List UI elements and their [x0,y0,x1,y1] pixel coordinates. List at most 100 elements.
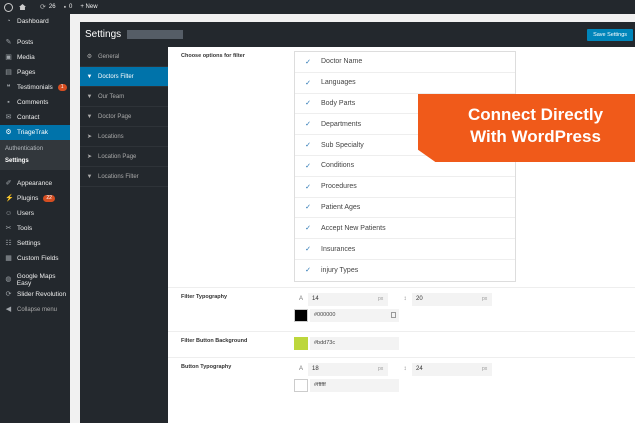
color-swatch[interactable] [294,336,308,350]
promo-banner: Connect Directly With WordPress [418,94,635,162]
refresh-icon: ⟳ [5,291,12,298]
comments-counter[interactable]: ⟳ 26 [40,3,56,11]
plugin-nav-item-location-page[interactable]: ➤ Location Page [80,147,168,167]
admin-menu-label: Testimonials [17,84,53,91]
plugin-header: Settings Save Settings [80,22,635,47]
line-height-icon: ↕ [403,366,407,373]
wordpress-logo-icon[interactable] [4,2,13,12]
triagetrak-submenu: Authentication Settings [0,140,70,170]
filter-option-label: Conditions [321,162,355,170]
admin-menu-item-slider-revolution[interactable]: ⟳ Slider Revolution [0,287,70,302]
filter-options-list: ✓ Doctor Name ✓ Languages ✓ Body Parts ✓ Depart… [294,51,516,282]
line-height-field[interactable]: ↕ 20 px [398,292,492,306]
filter-option[interactable]: ✓ Doctor Name [295,52,515,73]
plugin-nav-item-locations[interactable]: ➤ Locations [80,127,168,147]
mail-icon: ✉ [5,114,12,121]
admin-menu-item-custom-fields[interactable]: ▦ Custom Fields [0,251,70,266]
filter-option[interactable]: ✓ Accept New Patients [295,218,515,240]
button-typography-row: Button Typography A 18 px ↕ 24 px #fffff… [168,358,635,402]
checkmark-icon: ✓ [305,267,311,275]
globe-icon: ◍ [5,276,12,283]
button-typography-label: Button Typography [181,363,232,370]
page-title: Settings [85,29,122,40]
admin-menu-item-plugins[interactable]: ⚡ Plugins 22 [0,191,70,206]
pending-count: 0 [69,4,73,10]
filter-option-label: Procedures [321,183,357,191]
filter-option-label: Sub Specialty [321,141,364,149]
filter-icon: ▼ [86,73,93,80]
line-height-unit: px [482,362,492,376]
gear-icon: ⚙ [5,129,12,136]
font-size-icon: A [298,296,303,303]
admin-menu-label: Posts [17,39,34,46]
new-content-link[interactable]: + New [80,4,97,10]
admin-menu-item-tools[interactable]: ✂ Tools [0,221,70,236]
admin-menu-item-triagetrak[interactable]: ⚙ TriageTrak [0,125,70,140]
plugin-nav-item-doctors-filter[interactable]: ▼ Doctors Filter [80,67,168,87]
plugin-nav-label: Doctor Page [98,113,132,120]
admin-menu-item-testimonials[interactable]: ❝ Testimonials 1 [0,80,70,95]
admin-menu-label: Dashboard [17,18,49,25]
settings-icon: ☷ [5,240,12,247]
admin-menu-item-comments[interactable]: ▪ Comments [0,95,70,110]
admin-menu-item-users[interactable]: ☺ Users [0,206,70,221]
collapse-menu-button[interactable]: ◀ Collapse menu [0,302,70,317]
submenu-item-authentication[interactable]: Authentication [0,143,70,155]
color-swatch[interactable] [294,378,308,392]
admin-menu-item-google-maps-easy[interactable]: ◍ Google Maps Easy [0,272,70,287]
plugin-nav-label: Our Team [98,93,125,100]
count-badge: 22 [43,195,55,202]
admin-menu-label: Settings [17,240,41,247]
color-swatch[interactable] [294,308,308,322]
plugin-nav-item-our-team[interactable]: ▼ Our Team [80,87,168,107]
admin-menu-item-settings[interactable]: ☷ Settings [0,236,70,251]
color-field[interactable]: #ffffff [310,378,399,392]
filter-option[interactable]: ✓ Patient Ages [295,198,515,219]
filter-option-label: injury Types [321,266,359,274]
admin-menu-label: Contact [17,114,40,121]
brush-icon: ✐ [5,180,12,187]
admin-menu-item-posts[interactable]: ✎ Posts [0,35,70,50]
line-height-value: 20 [412,292,482,306]
admin-menu-item-pages[interactable]: ▤ Pages [0,65,70,80]
search-input[interactable] [127,30,183,39]
line-height-unit: px [482,292,492,306]
home-icon[interactable] [19,4,26,10]
checkmark-icon: ✓ [305,79,311,87]
admin-menu-item-appearance[interactable]: ✐ Appearance [0,176,70,191]
color-field[interactable]: #000000 [310,308,399,322]
font-size-field[interactable]: A 14 px [294,292,388,306]
admin-menu-item-media[interactable]: ▣ Media [0,50,70,65]
refresh-icon: ⟳ [40,4,46,11]
filter-option-label: Languages [321,79,356,87]
filter-option[interactable]: ✓ Insurances [295,239,515,260]
comment-icon: ▪ [63,3,67,11]
plugin-nav-item-locations-filter[interactable]: ▼ Locations Filter [80,167,168,187]
admin-bar: ⟳ 26 ▪ 0 + New [0,0,635,14]
admin-menu-item-contact[interactable]: ✉ Contact [0,110,70,125]
save-settings-button[interactable]: Save Settings [587,28,633,41]
pending-counter[interactable]: ▪ 0 [64,4,73,11]
filter-option[interactable]: ✓ Procedures [295,177,515,198]
plugin-nav-item-doctor-page[interactable]: ▼ Doctor Page [80,107,168,127]
plug-icon: ⚡ [5,195,14,202]
plugin-nav-label: Locations Filter [98,173,139,180]
filter-option[interactable]: ✓ injury Types [295,260,515,281]
font-size-value: 18 [308,362,378,376]
clear-color-icon[interactable] [391,312,396,319]
collapse-icon: ◀ [5,306,12,313]
admin-menu-label: Media [17,54,35,61]
line-height-field[interactable]: ↕ 24 px [398,362,492,376]
checkmark-icon: ✓ [305,183,311,191]
collapse-label: Collapse menu [17,306,58,313]
submenu-item-settings[interactable]: Settings [0,155,70,167]
pin-icon: ✎ [5,39,12,46]
count-badge: 1 [57,84,67,91]
line-height-icon: ↕ [403,296,407,303]
font-size-field[interactable]: A 18 px [294,362,388,376]
color-field[interactable]: #bdd73c [310,336,399,350]
filter-option[interactable]: ✓ Languages [295,73,515,94]
plugin-nav-item-general[interactable]: ⚙ General [80,47,168,67]
checkmark-icon: ✓ [305,121,311,129]
admin-menu-item-dashboard[interactable]: ◔ Dashboard [0,14,70,29]
